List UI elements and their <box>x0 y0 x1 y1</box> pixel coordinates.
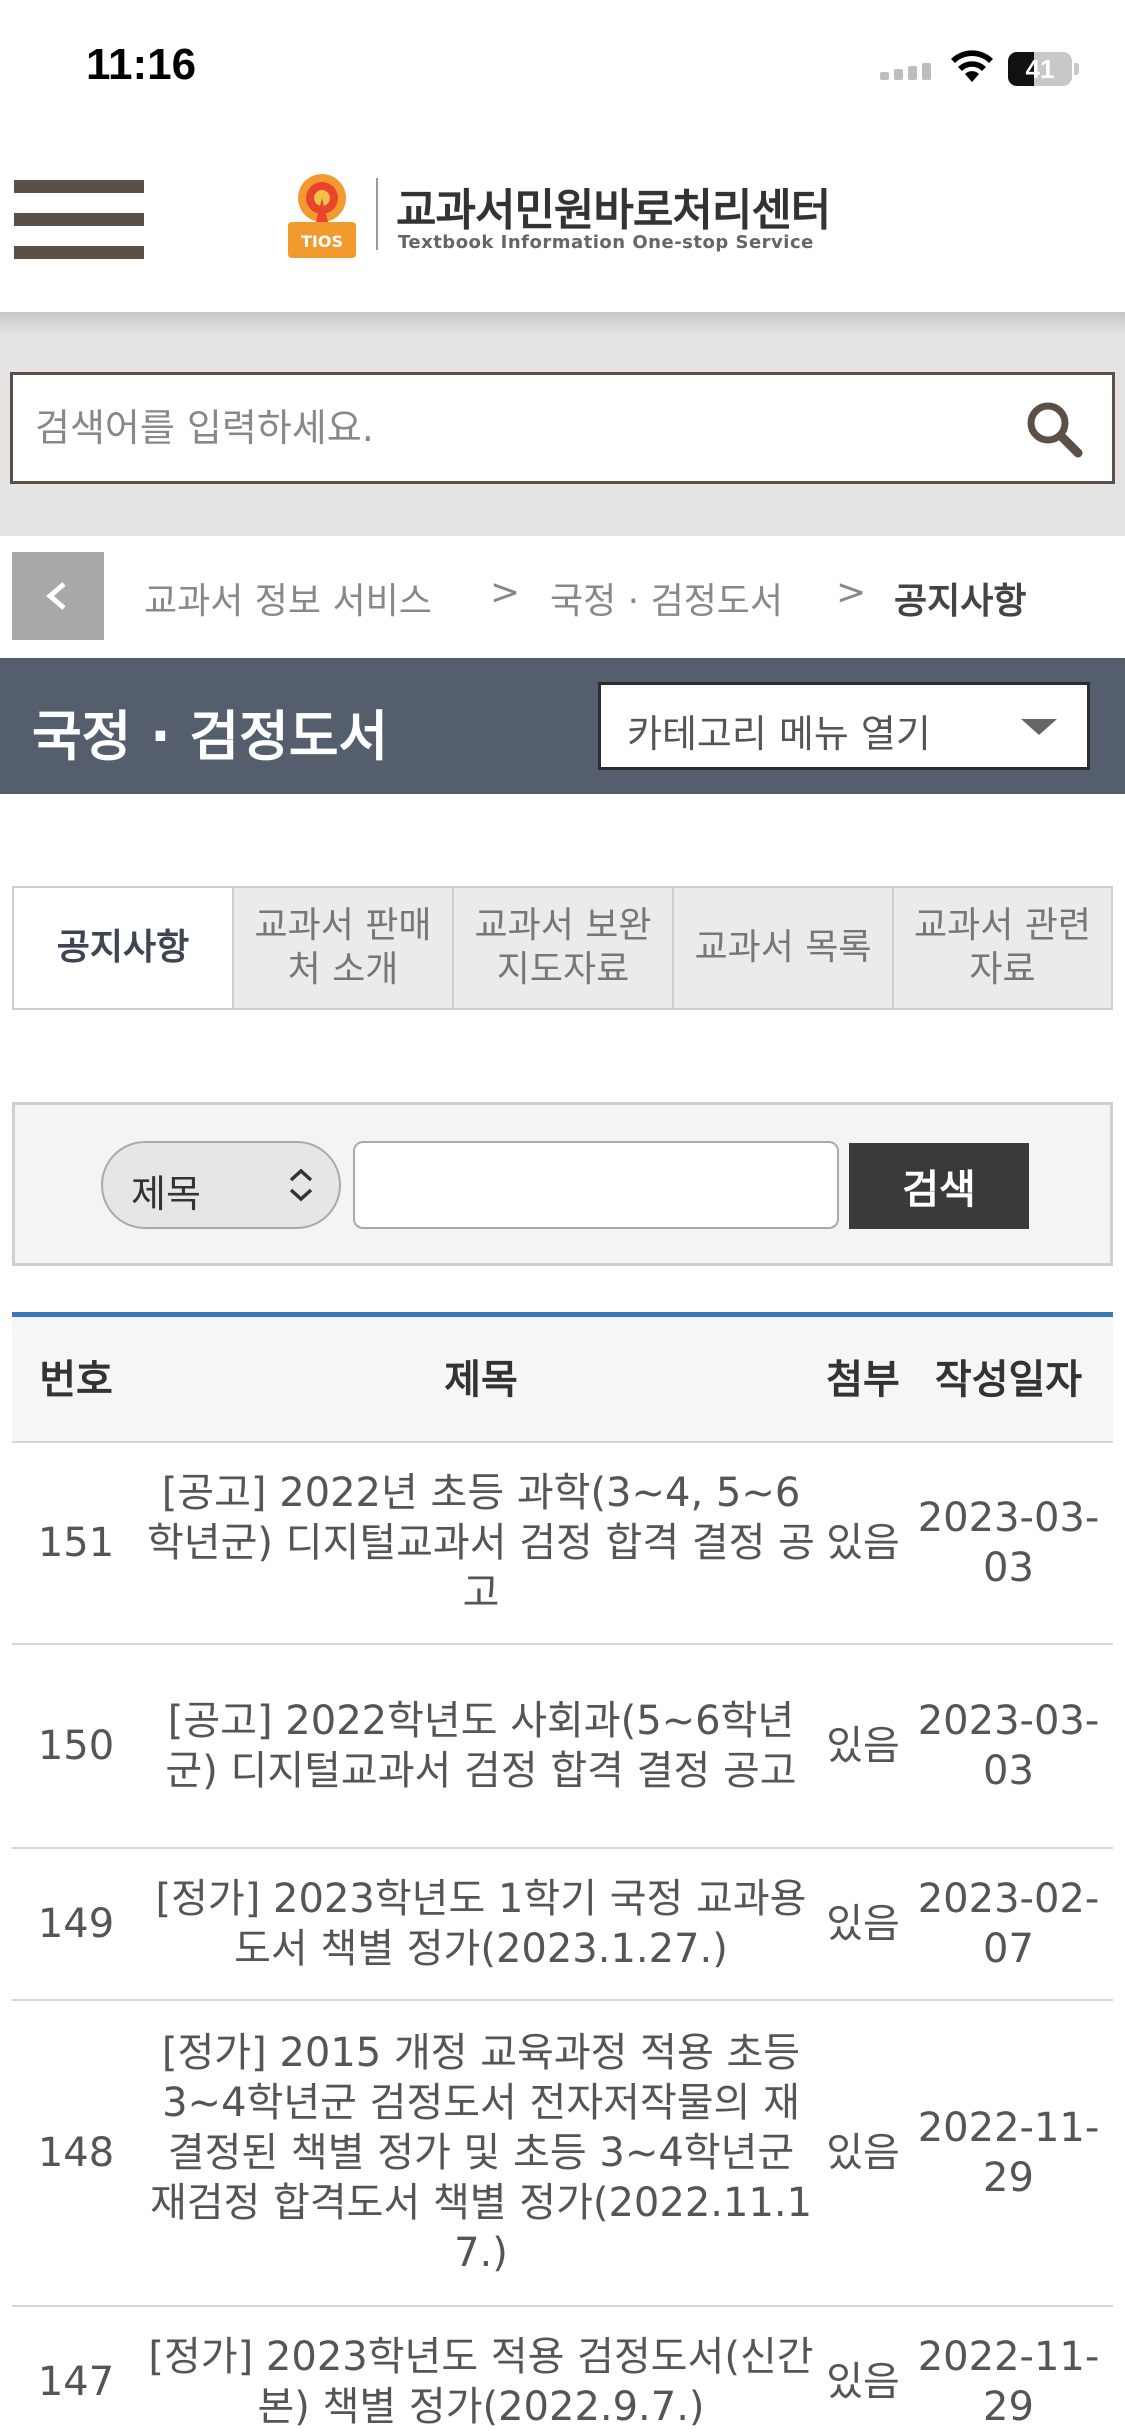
battery-icon: 41 <box>1008 52 1079 86</box>
breadcrumb-item-books[interactable]: 국정 · 검정도서 <box>550 572 783 624</box>
svg-text:TIOS: TIOS <box>301 232 343 251</box>
cellular-signal-icon <box>880 60 936 80</box>
search-field-value: 제목 <box>131 1172 201 1216</box>
row-title-link[interactable]: [정가] 2015 개정 교육과정 적용 초등 3~4학년군 검정도서 전자저작… <box>140 2001 822 2305</box>
site-logo[interactable]: TIOS 교과서민원바로처리센터 Textbook Information On… <box>284 166 844 266</box>
menu-icon[interactable] <box>14 180 144 260</box>
breadcrumb-item-current: 공지사항 <box>894 581 1027 622</box>
notice-table: 번호 제목 첨부 작성일자 151 [공고] 2022년 초등 과학(3~4, … <box>12 1312 1113 2436</box>
breadcrumb: 교과서 정보 서비스 > 국정 · 검정도서 > 공지사항 <box>0 536 1125 658</box>
tab-guidance-materials[interactable]: 교과서 보완 지도자료 <box>454 888 674 1008</box>
row-date: 2023-03-03 <box>917 1698 1100 1794</box>
search-icon[interactable] <box>1024 399 1084 459</box>
row-title-link[interactable]: [정가] 2023학년도 1학기 국정 교과용도서 책별 정가(2023.1.2… <box>140 1849 822 1999</box>
row-title-link[interactable]: [정가] 2023학년도 적용 검정도서(신간본) 책별 정가(2022.9.7… <box>140 2307 822 2436</box>
column-header-attachment: 첨부 <box>826 1357 900 1403</box>
battery-level: 41 <box>1025 54 1055 84</box>
row-attachment: 있음 <box>826 2359 900 2405</box>
row-attachment: 있음 <box>826 1520 900 1566</box>
column-header-date: 작성일자 <box>934 1357 1083 1403</box>
table-row[interactable]: 150 [공고] 2022학년도 사회과(5~6학년군) 디지털교과서 검정 합… <box>12 1645 1113 1849</box>
chevron-left-icon <box>46 582 66 610</box>
tab-notices[interactable]: 공지사항 <box>14 888 234 1008</box>
search-field-select[interactable]: 제목 <box>101 1141 341 1229</box>
row-number: 148 <box>37 2130 115 2176</box>
breadcrumb-separator: > <box>836 572 867 613</box>
row-number: 147 <box>37 2359 115 2405</box>
row-attachment: 있음 <box>826 1723 900 1769</box>
status-time: 11:16 <box>86 40 197 89</box>
caret-down-icon <box>1021 719 1057 735</box>
table-header: 번호 제목 첨부 작성일자 <box>12 1317 1113 1443</box>
breadcrumb-separator: > <box>490 572 521 613</box>
category-menu-button[interactable]: 카테고리 메뉴 열기 <box>598 682 1090 770</box>
table-row[interactable]: 147 [정가] 2023학년도 적용 검정도서(신간본) 책별 정가(2022… <box>12 2307 1113 2436</box>
section-bar: 국정 · 검정도서 카테고리 메뉴 열기 <box>0 658 1125 794</box>
row-title-link[interactable]: [공고] 2022학년도 사회과(5~6학년군) 디지털교과서 검정 합격 결정… <box>140 1645 822 1847</box>
table-row[interactable]: 151 [공고] 2022년 초등 과학(3~4, 5~6학년군) 디지털교과서… <box>12 1443 1113 1645</box>
search-button[interactable]: 검색 <box>849 1143 1029 1229</box>
row-number: 150 <box>37 1723 115 1769</box>
status-bar: 11:16 41 <box>0 0 1125 140</box>
row-attachment: 있음 <box>826 1901 900 1947</box>
row-date: 2022-11-29 <box>917 2105 1100 2201</box>
board-search-form: 제목 검색 <box>12 1102 1113 1266</box>
column-header-number: 번호 <box>39 1357 113 1403</box>
site-search-input[interactable] <box>35 375 995 481</box>
tab-sellers[interactable]: 교과서 판매처 소개 <box>234 888 454 1008</box>
logo-title: 교과서민원바로처리센터 <box>396 185 831 236</box>
row-title-link[interactable]: [공고] 2022년 초등 과학(3~4, 5~6학년군) 디지털교과서 검정 … <box>140 1443 822 1643</box>
column-header-title: 제목 <box>444 1357 518 1403</box>
row-date: 2023-03-03 <box>917 1495 1100 1591</box>
updown-chevron-icon <box>289 1168 313 1202</box>
table-row[interactable]: 149 [정가] 2023학년도 1학기 국정 교과용도서 책별 정가(2023… <box>12 1849 1113 2001</box>
tab-related-materials[interactable]: 교과서 관련 자료 <box>894 888 1111 1008</box>
breadcrumb-item-textbook-info[interactable]: 교과서 정보 서비스 <box>144 572 432 624</box>
row-number: 149 <box>37 1901 115 1947</box>
wifi-icon <box>951 50 993 82</box>
sub-tabs: 공지사항 교과서 판매처 소개 교과서 보완 지도자료 교과서 목록 교과서 관… <box>12 886 1113 1010</box>
search-band <box>0 312 1125 536</box>
tab-textbook-list[interactable]: 교과서 목록 <box>674 888 894 1008</box>
row-date: 2023-02-07 <box>917 1876 1100 1972</box>
row-attachment: 있음 <box>826 2130 900 2176</box>
site-search-box <box>10 372 1115 484</box>
back-button[interactable] <box>12 552 104 640</box>
logo-mark-icon: TIOS <box>288 174 356 258</box>
site-header: TIOS 교과서민원바로처리센터 Textbook Information On… <box>0 140 1125 312</box>
row-date: 2022-11-29 <box>917 2334 1100 2430</box>
section-title: 국정 · 검정도서 <box>32 705 389 768</box>
keyword-input[interactable] <box>353 1141 839 1229</box>
category-menu-label: 카테고리 메뉴 열기 <box>627 712 931 756</box>
row-number: 151 <box>37 1520 115 1566</box>
table-row[interactable]: 148 [정가] 2015 개정 교육과정 적용 초등 3~4학년군 검정도서 … <box>12 2001 1113 2307</box>
logo-subtitle: Textbook Information One-stop Service <box>398 232 814 253</box>
